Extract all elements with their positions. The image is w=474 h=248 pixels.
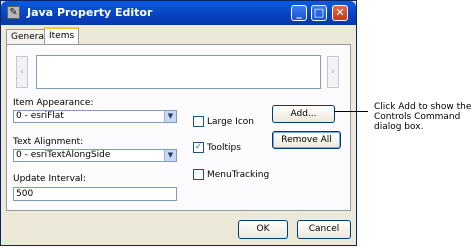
text-alignment-dropdown[interactable]: 0 - esriTextAlongSide ▼ [13,149,177,162]
minimize-button[interactable]: _ [291,5,307,21]
callout-line-2: Controls Command [374,112,461,122]
app-icon: ✎ [7,6,20,19]
callout-line-1: Click Add to show the [374,102,472,112]
java-property-editor-window: ✎ Java Property Editor _ □ ✕ General Ite… [0,0,357,246]
chevron-down-icon[interactable]: ▼ [164,111,176,122]
text-alignment-label: Text Alignment: [13,137,84,147]
tooltips-checkbox[interactable]: ✓ [193,142,204,153]
menu-tracking-label: MenuTracking [207,170,270,180]
large-icon-checkbox[interactable] [193,116,204,127]
chevron-down-icon[interactable]: ▼ [164,150,176,161]
item-appearance-label: Item Appearance: [13,98,94,108]
title-bar[interactable]: ✎ Java Property Editor _ □ ✕ [1,1,356,25]
text-alignment-value: 0 - esriTextAlongSide [16,150,111,160]
add-button[interactable]: Add... [272,105,335,123]
callout-line-3: dialog box. [374,122,424,132]
tooltips-label: Tooltips [207,143,241,153]
update-interval-label: Update Interval: [13,174,86,184]
item-appearance-dropdown[interactable]: 0 - esriFlat ▼ [13,110,177,123]
maximize-button[interactable]: □ [311,5,327,21]
toolbar-items-list[interactable] [36,55,321,89]
cancel-button[interactable]: Cancel [297,220,351,239]
menu-tracking-checkbox[interactable] [193,169,204,180]
ok-button[interactable]: OK [238,220,288,239]
callout-text: Click Add to show the Controls Command d… [374,102,471,132]
item-appearance-value: 0 - esriFlat [16,111,64,121]
update-interval-input[interactable]: 500 [13,187,177,201]
close-button[interactable]: ✕ [332,5,348,21]
window-title: Java Property Editor [27,6,153,19]
remove-all-button[interactable]: Remove All [272,131,341,149]
large-icon-label: Large Icon [207,117,254,127]
items-tab-panel: ‹ › Item Appearance: 0 - esriFlat ▼ Text… [6,44,351,211]
callout-leader-line [334,111,368,112]
scroll-left-button[interactable]: ‹ [16,56,28,88]
scroll-right-button[interactable]: › [327,56,339,88]
